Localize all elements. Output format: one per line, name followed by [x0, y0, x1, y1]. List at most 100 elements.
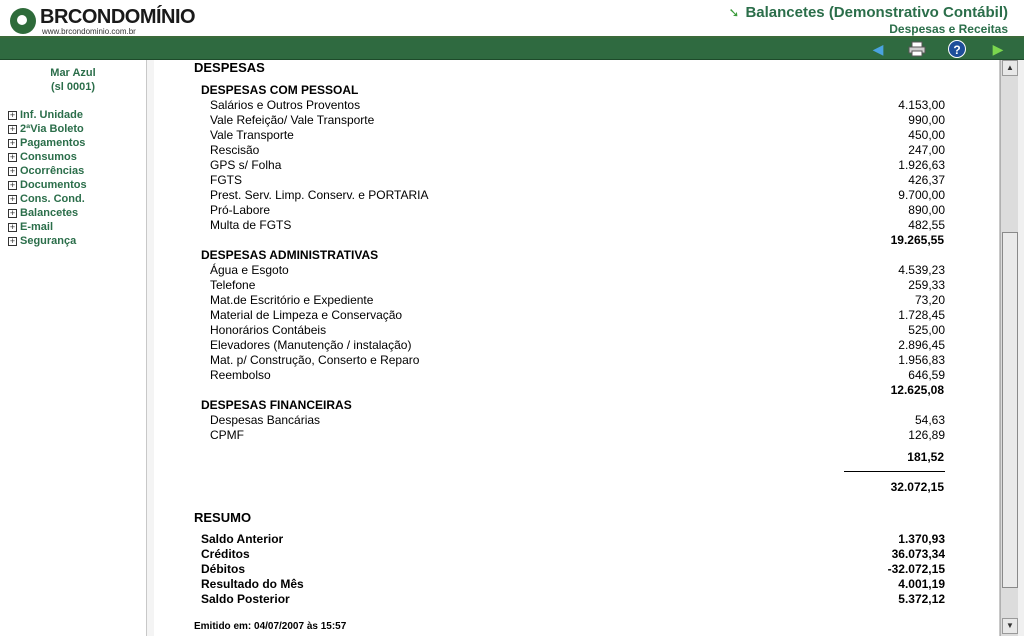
sidebar-item-inf-unidade[interactable]: + Inf. Unidade	[8, 108, 146, 122]
expense-label: Água e Esgoto	[210, 263, 289, 277]
sidebar-item-documentos[interactable]: + Documentos	[8, 178, 146, 192]
sidebar-item-label: Documentos	[20, 179, 87, 191]
summary-value: 36.073,34	[891, 547, 945, 561]
expense-row: Multa de FGTS 482,55	[210, 218, 945, 233]
sidebar-item-balancetes[interactable]: + Balancetes	[8, 206, 146, 220]
summary-label: Débitos	[201, 562, 246, 576]
expense-label: Material de Limpeza e Conservação	[210, 308, 403, 322]
expense-label: Salários e Outros Proventos	[210, 98, 361, 112]
group-subtotal: 181,52	[907, 450, 944, 464]
sidebar-item-email[interactable]: + E-mail	[8, 220, 146, 234]
print-icon[interactable]	[907, 40, 927, 58]
sidebar-item-label: E-mail	[20, 221, 54, 233]
sidebar-item-ocorrencias[interactable]: + Ocorrências	[8, 164, 146, 178]
sidebar-item-pagamentos[interactable]: + Pagamentos	[8, 136, 146, 150]
expand-icon[interactable]: +	[8, 236, 17, 246]
expense-value: 4.153,00	[898, 98, 945, 112]
expense-row: Material de Limpeza e Conservação 1.728,4…	[210, 308, 945, 323]
expense-label: Reembolso	[210, 368, 271, 382]
brcondominio-logo[interactable]: BRCONDOMÍNIO www.brcondominio.com.br	[10, 6, 196, 36]
expand-icon[interactable]: +	[8, 166, 17, 176]
sidebar-item-seguranca[interactable]: + Segurança	[8, 234, 146, 248]
expand-icon[interactable]: +	[8, 194, 17, 204]
scroll-down-icon[interactable]: ▼	[1002, 618, 1018, 634]
sidebar-item-cons-cond[interactable]: + Cons. Cond.	[8, 192, 146, 206]
group-subtotal: 12.625,08	[890, 383, 944, 397]
section-title-resumo: RESUMO	[194, 510, 252, 525]
expand-icon[interactable]: +	[8, 124, 17, 134]
expense-label: CPMF	[210, 428, 244, 442]
summary-value: 4.001,19	[898, 577, 945, 591]
scrollbar-thumb[interactable]	[1002, 232, 1018, 588]
emitted-timestamp: Emitido em: 04/07/2007 às 15:57	[194, 621, 347, 632]
expand-icon[interactable]: +	[8, 138, 17, 148]
expense-label: Despesas Bancárias	[210, 413, 321, 427]
expense-label: Rescisão	[210, 143, 260, 157]
sidebar-item-consumos[interactable]: + Consumos	[8, 150, 146, 164]
grand-total: 32.072,15	[890, 480, 944, 494]
group-subtotal: 19.265,55	[890, 233, 944, 247]
expand-icon[interactable]: +	[8, 152, 17, 162]
vertical-scrollbar[interactable]: ▲ ▼	[1000, 60, 1018, 636]
help-icon[interactable]: ?	[947, 40, 967, 58]
window-right-edge	[1018, 60, 1024, 636]
sidebar-item-label: Balancetes	[20, 207, 79, 219]
app-header: BRCONDOMÍNIO www.brcondominio.com.br ➘ Ba…	[0, 0, 1024, 38]
expense-value: 1.956,83	[898, 353, 945, 367]
summary-row: Débitos -32.072,15	[201, 562, 945, 577]
sidebar-menu: + Inf. Unidade +2ªVia Boleto + Pagamentos …	[8, 108, 146, 248]
summary-label: Créditos	[201, 547, 250, 561]
back-icon[interactable]: ◀	[868, 40, 888, 58]
expense-label: Honorários Contábeis	[210, 323, 327, 337]
expand-icon[interactable]: +	[8, 222, 17, 232]
expense-row: Elevadores (Manutenção / instalação) 2.89…	[210, 338, 945, 353]
help-glyph: ?	[948, 40, 966, 58]
logo-mark-icon	[10, 8, 36, 34]
scroll-up-icon[interactable]: ▲	[1002, 60, 1018, 76]
sidebar-item-label: Segurança	[20, 235, 77, 247]
expense-value: 525,00	[908, 323, 945, 337]
total-separator-line	[844, 471, 945, 472]
expense-value: 450,00	[908, 128, 945, 142]
expand-icon[interactable]: +	[8, 180, 17, 190]
expand-icon[interactable]: +	[8, 208, 17, 218]
expense-value: 247,00	[908, 143, 945, 157]
condominium-name: Mar Azul	[50, 67, 96, 79]
expense-label: Mat. p/ Construção, Conserto e Reparo	[210, 353, 420, 367]
expand-icon[interactable]: +	[8, 110, 17, 120]
expense-label: Vale Refeição/ Vale Transporte	[210, 113, 375, 127]
sidebar-divider	[146, 60, 154, 636]
sidebar-item-2via-boleto[interactable]: +2ªVia Boleto	[8, 122, 146, 136]
page-title: Balancetes (Demonstrativo Contábil)	[745, 4, 1008, 21]
expense-value: 426,37	[908, 173, 945, 187]
sidebar-item-label: Consumos	[20, 151, 77, 163]
sidebar-item-label: Inf. Unidade	[20, 109, 83, 121]
page-title-area: ➘ Balancetes (Demonstrativo Contábil) Des…	[729, 4, 1008, 36]
report-frame: DESPESAS DESPESAS COM PESSOAL Salários e…	[154, 60, 1000, 636]
group-title-financeiras: DESPESAS FINANCEIRAS	[201, 398, 352, 412]
expense-row: Salários e Outros Proventos 4.153,00	[210, 98, 945, 113]
summary-row: Resultado do Mês 4.001,19	[201, 577, 945, 592]
expense-value: 1.926,63	[898, 158, 945, 172]
expense-label: Prest. Serv. Limp. Conserv. e PORTARIA	[210, 188, 429, 202]
expense-label: Telefone	[210, 278, 256, 292]
condominium-unit: (sl 0001)	[50, 81, 96, 93]
expense-value: 1.728,45	[898, 308, 945, 322]
group-title-administrativas: DESPESAS ADMINISTRATIVAS	[201, 248, 379, 262]
forward-icon[interactable]: ▶	[988, 40, 1008, 58]
sidebar-item-label: Pagamentos	[20, 137, 86, 149]
summary-label: Saldo Posterior	[201, 592, 290, 606]
expense-label: Vale Transporte	[210, 128, 294, 142]
sidebar-item-label: 2ªVia Boleto	[20, 123, 84, 135]
page-title-row: ➘ Balancetes (Demonstrativo Contábil)	[729, 4, 1008, 21]
sidebar-item-label: Ocorrências	[20, 165, 85, 177]
expense-row: Telefone 259,33	[210, 278, 945, 293]
summary-value: -32.072,15	[887, 562, 945, 576]
expense-value: 990,00	[908, 113, 945, 127]
expense-row: Prest. Serv. Limp. Conserv. e PORTARIA 9.…	[210, 188, 945, 203]
sidebar-item-label: Cons. Cond.	[20, 193, 85, 205]
expense-value: 9.700,00	[898, 188, 945, 202]
expense-row: Mat. p/ Construção, Conserto e Reparo 1.9…	[210, 353, 945, 368]
summary-value: 1.370,93	[898, 532, 945, 546]
expense-row: Reembolso 646,59	[210, 368, 945, 383]
